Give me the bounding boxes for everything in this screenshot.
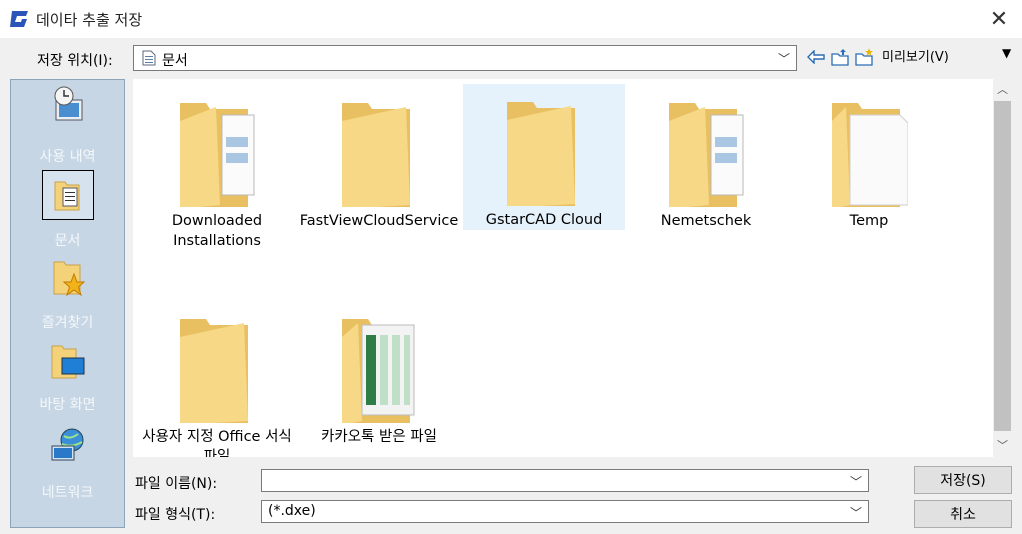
folder-item-downloaded-installations[interactable]: Downloaded Installations bbox=[136, 85, 298, 249]
place-favorites[interactable]: 즐겨찾기 bbox=[11, 258, 124, 332]
filetype-value: (*.dxe) bbox=[268, 503, 316, 519]
save-location-value: 문서 bbox=[162, 53, 188, 69]
network-globe-icon bbox=[51, 428, 83, 461]
filename-input[interactable]: ﹀ bbox=[261, 469, 869, 492]
cancel-button-label: 취소 bbox=[950, 507, 976, 523]
folder-label: Downloaded Installations bbox=[171, 213, 263, 249]
filetype-select[interactable]: (*.dxe) ﹀ bbox=[261, 500, 869, 523]
folder-with-documents-icon bbox=[180, 103, 255, 207]
folder-item-gstarcad-cloud[interactable]: GstarCAD Cloud bbox=[463, 84, 625, 230]
place-label: 네트워크 bbox=[41, 485, 94, 501]
scroll-up-icon[interactable]: ︿ bbox=[993, 79, 1012, 101]
back-arrow-icon bbox=[807, 50, 825, 64]
chevron-down-icon: ﹀ bbox=[849, 506, 862, 520]
document-icon bbox=[142, 50, 156, 66]
file-list-pane[interactable]: Downloaded Installations FastViewCloudSe… bbox=[133, 79, 993, 457]
folder-icon bbox=[180, 319, 248, 423]
scroll-down-icon[interactable]: ﹀ bbox=[993, 435, 1012, 457]
back-button[interactable] bbox=[805, 46, 827, 68]
folder-item-nemetschek[interactable]: Nemetschek bbox=[625, 85, 787, 235]
cancel-button[interactable]: 취소 bbox=[914, 500, 1012, 528]
save-button-label: 저장(S) bbox=[940, 473, 986, 489]
chevron-down-icon[interactable]: ﹀ bbox=[850, 473, 862, 490]
place-selected-frame bbox=[41, 170, 94, 220]
up-folder-button[interactable] bbox=[829, 46, 851, 68]
close-button[interactable]: ✕ bbox=[976, 0, 1022, 38]
folder-label: 카카오톡 받은 파일 bbox=[321, 429, 437, 445]
folder-label: Temp bbox=[849, 213, 889, 229]
desktop-folder-icon bbox=[51, 345, 84, 379]
folder-icon bbox=[342, 103, 410, 207]
favorites-folder-icon bbox=[53, 261, 85, 297]
folder-with-blank-page-icon bbox=[832, 103, 908, 207]
folder-item-fastviewcloudservice[interactable]: FastViewCloudService bbox=[298, 85, 460, 235]
place-label: 즐겨찾기 bbox=[41, 315, 94, 331]
folder-label: Nemetschek bbox=[660, 213, 752, 229]
folder-item-custom-office-templates[interactable]: 사용자 지정 Office 서식 파일 bbox=[136, 301, 298, 457]
place-desktop[interactable]: 바탕 화면 bbox=[11, 342, 124, 414]
title-bar: 데이타 추출 저장 ✕ bbox=[0, 0, 1022, 38]
place-label: 바탕 화면 bbox=[39, 397, 96, 413]
history-icon bbox=[54, 86, 82, 121]
places-bar: 사용 내역 문서 즐겨찾기 바탕 화면 네트워크 bbox=[10, 79, 125, 528]
place-network[interactable]: 네트워크 bbox=[11, 426, 124, 502]
gstarcad-logo-icon bbox=[10, 11, 28, 27]
folder-label: FastViewCloudService bbox=[299, 213, 459, 229]
filename-label: 파일 이름(N): bbox=[135, 476, 218, 492]
preview-toggle[interactable]: 미리보기(V) bbox=[882, 46, 949, 65]
folder-icon bbox=[507, 102, 575, 206]
place-label: 문서 bbox=[54, 233, 81, 249]
folder-item-kakaotalk-files[interactable]: 카카오톡 받은 파일 bbox=[298, 301, 460, 451]
vertical-scrollbar[interactable]: ︿ ﹀ bbox=[993, 79, 1012, 457]
close-icon: ✕ bbox=[989, 6, 1009, 32]
folder-label: GstarCAD Cloud bbox=[485, 212, 603, 228]
new-folder-icon bbox=[855, 48, 873, 66]
window-title: 데이타 추출 저장 bbox=[36, 11, 143, 29]
folder-label: 사용자 지정 Office 서식 파일 bbox=[142, 429, 292, 457]
folder-item-temp[interactable]: Temp bbox=[788, 85, 950, 235]
place-label: 사용 내역 bbox=[39, 149, 96, 165]
save-location-label: 저장 위치(I): bbox=[37, 53, 113, 69]
scroll-thumb[interactable] bbox=[994, 101, 1011, 431]
new-folder-button[interactable] bbox=[853, 46, 875, 68]
save-button[interactable]: 저장(S) bbox=[914, 466, 1012, 494]
views-menu-icon[interactable]: ▼ bbox=[1002, 46, 1011, 60]
filetype-label: 파일 형식(T): bbox=[135, 507, 216, 523]
documents-folder-icon bbox=[54, 181, 79, 211]
folder-with-spreadsheet-icon bbox=[342, 319, 415, 423]
place-documents[interactable]: 문서 bbox=[11, 170, 124, 250]
save-location-dropdown[interactable]: 문서 ﹀ bbox=[133, 45, 797, 71]
chevron-down-icon: ﹀ bbox=[777, 52, 790, 66]
up-folder-icon bbox=[831, 49, 849, 66]
place-history[interactable]: 사용 내역 bbox=[11, 84, 124, 166]
folder-with-documents-icon bbox=[669, 103, 744, 207]
